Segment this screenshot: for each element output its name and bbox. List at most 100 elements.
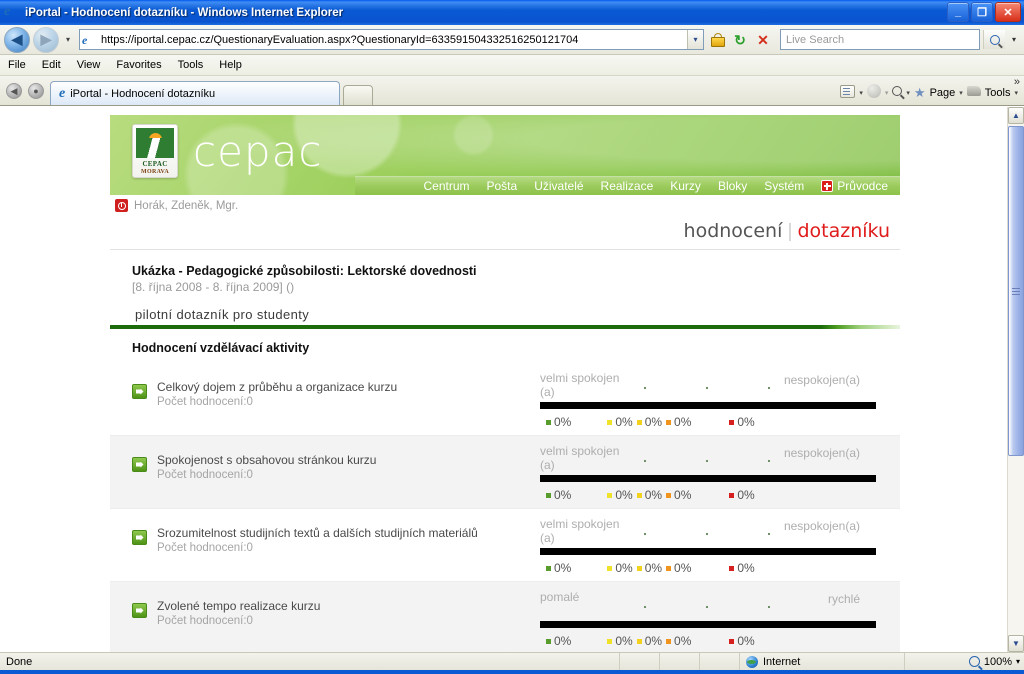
minimize-button[interactable]: _: [947, 2, 969, 22]
rating-value: 0%: [729, 415, 755, 429]
internet-zone-icon: [746, 655, 758, 668]
security-lock-icon: [707, 29, 727, 51]
tab-iportal[interactable]: e iPortal - Hodnocení dotazníku: [50, 81, 340, 105]
scroll-down-button[interactable]: ▼: [1008, 635, 1024, 652]
rating-swatch-icon: [666, 419, 672, 425]
question-detail-icon[interactable]: [132, 603, 147, 618]
nav-item-centrum[interactable]: Centrum: [423, 179, 469, 193]
section-title: Hodnocení vzdělávací aktivity: [132, 341, 310, 355]
rating-swatch-icon: [666, 565, 672, 571]
questionnaire-name: pilotní dotazník pro studenty: [135, 307, 310, 322]
question-left: Srozumitelnost studijních textů a dalšíc…: [110, 517, 540, 575]
nav-item-realizace[interactable]: Realizace: [601, 179, 654, 193]
menu-item-tools[interactable]: Tools: [178, 59, 204, 71]
rating-values-row: 0% 0% 0% 0% 0%: [540, 561, 884, 575]
refresh-button[interactable]: ↻: [730, 29, 750, 51]
question-detail-icon[interactable]: [132, 457, 147, 472]
forward-button[interactable]: ▶: [33, 26, 59, 53]
menu-item-edit[interactable]: Edit: [42, 59, 61, 71]
rating-swatch-icon: [546, 492, 551, 498]
question-detail-icon[interactable]: [132, 530, 147, 545]
tab-list-button[interactable]: ●: [28, 83, 44, 99]
search-input[interactable]: Live Search: [780, 29, 980, 50]
menu-item-file[interactable]: File: [8, 59, 26, 71]
nav-item-kurzy[interactable]: Kurzy: [670, 179, 701, 193]
security-zone[interactable]: Internet: [740, 652, 905, 671]
nav-item-pruvodce[interactable]: Průvodce: [821, 179, 888, 193]
new-tab-button[interactable]: [343, 85, 373, 105]
status-text: Done: [0, 652, 620, 671]
rating-percent: 0%: [615, 488, 633, 502]
question-text[interactable]: Celkový dojem z průběhu a organizace kur…: [157, 380, 397, 394]
activity-title: Ukázka - Pedagogické způsobilosti: Lekto…: [132, 264, 477, 278]
rating-swatch-icon: [729, 638, 735, 644]
zoom-control[interactable]: 100% ▾: [905, 653, 1024, 671]
nav-item-bloky[interactable]: Bloky: [718, 179, 747, 193]
address-bar[interactable]: e https://iportal.cepac.cz/QuestionaryEv…: [79, 29, 704, 50]
rating-swatch-icon: [729, 492, 735, 498]
window-title: iPortal - Hodnocení dotazníku - Windows …: [25, 6, 344, 19]
print-icon[interactable]: [866, 84, 881, 101]
feeds-icon[interactable]: [840, 84, 856, 101]
cepac-logo-icon[interactable]: CEPAC MORAVA: [132, 124, 178, 178]
logout-icon[interactable]: [115, 199, 128, 212]
rating-percent: 0%: [644, 561, 663, 575]
star-icon[interactable]: ★: [914, 86, 926, 99]
search-provider-caret[interactable]: ▾: [1008, 35, 1020, 44]
menu-item-help[interactable]: Help: [219, 59, 242, 71]
scrollbar-thumb[interactable]: [1008, 126, 1024, 456]
tools-menu-caret-icon[interactable]: ▾: [1014, 89, 1018, 97]
rating-swatch-icon: [607, 492, 613, 498]
nav-item-uzivatele[interactable]: Uživatelé: [534, 179, 583, 193]
page-search-icon[interactable]: [892, 86, 903, 99]
zoom-caret-icon[interactable]: ▾: [1016, 657, 1020, 666]
question-response-count: Počet hodnocení:0: [157, 542, 253, 554]
question-response-count: Počet hodnocení:0: [157, 469, 253, 481]
question-detail-icon[interactable]: [132, 384, 147, 399]
page-viewport: CEPAC MORAVA cepac Centrum Pošta Uživate…: [0, 106, 1024, 652]
rating-percent: 0%: [674, 415, 692, 429]
search-go-button[interactable]: [983, 30, 1005, 49]
scale-label-right: rychlé: [827, 592, 860, 606]
stop-button[interactable]: ✕: [753, 29, 773, 51]
question-text[interactable]: Srozumitelnost studijních textů a dalšíc…: [157, 526, 478, 540]
status-slot-2: [660, 652, 700, 671]
toolbar-overflow-icon[interactable]: »: [1014, 76, 1020, 88]
rating-values-row: 0% 0% 0% 0% 0%: [540, 634, 884, 648]
site-navbar: Centrum Pošta Uživatelé Realizace Kurzy …: [355, 176, 900, 195]
rating-value: 0%: [636, 634, 662, 648]
rating-swatch-icon: [636, 419, 642, 425]
quick-tabs-button[interactable]: ◀: [6, 83, 22, 99]
scrollbar-track[interactable]: [1008, 124, 1024, 635]
field-graphic: [136, 138, 174, 158]
nav-item-system[interactable]: Systém: [764, 179, 804, 193]
question-text[interactable]: Zvolené tempo realizace kurzu: [157, 599, 320, 613]
plus-icon: [821, 180, 834, 192]
back-button[interactable]: ◀: [4, 26, 30, 53]
scale-tick-icons: [644, 606, 824, 612]
tools-icon[interactable]: [966, 86, 981, 99]
scroll-up-button[interactable]: ▲: [1008, 107, 1024, 124]
page-scrollbar[interactable]: ▲ ▼: [1007, 107, 1024, 652]
page-menu-caret-icon[interactable]: ▾: [959, 89, 963, 97]
question-text[interactable]: Spokojenost s obsahovou stránkou kurzu: [157, 453, 376, 467]
rating-value: 0%: [666, 634, 691, 648]
address-dropdown-icon[interactable]: ▾: [687, 30, 703, 49]
page-search-caret-icon[interactable]: ▾: [906, 89, 910, 97]
rating-bar: [540, 475, 876, 482]
page-menu-button[interactable]: Page: [930, 87, 956, 99]
feeds-caret-icon[interactable]: ▾: [859, 89, 863, 97]
rating-percent: 0%: [554, 415, 572, 429]
tools-menu-button[interactable]: Tools: [985, 87, 1011, 99]
print-caret-icon[interactable]: ▾: [885, 89, 889, 97]
menu-item-favorites[interactable]: Favorites: [116, 59, 161, 71]
nav-item-posta[interactable]: Pošta: [487, 179, 518, 193]
close-button[interactable]: ✕: [995, 2, 1021, 22]
breadcrumb-separator: |: [787, 221, 793, 242]
history-dropdown-icon[interactable]: ▾: [62, 35, 74, 44]
rating-value: 0%: [546, 634, 571, 648]
rating-value: 0%: [607, 561, 633, 575]
menu-item-view[interactable]: View: [77, 59, 101, 71]
search-placeholder: Live Search: [786, 33, 845, 46]
restore-button[interactable]: ❐: [971, 2, 993, 22]
